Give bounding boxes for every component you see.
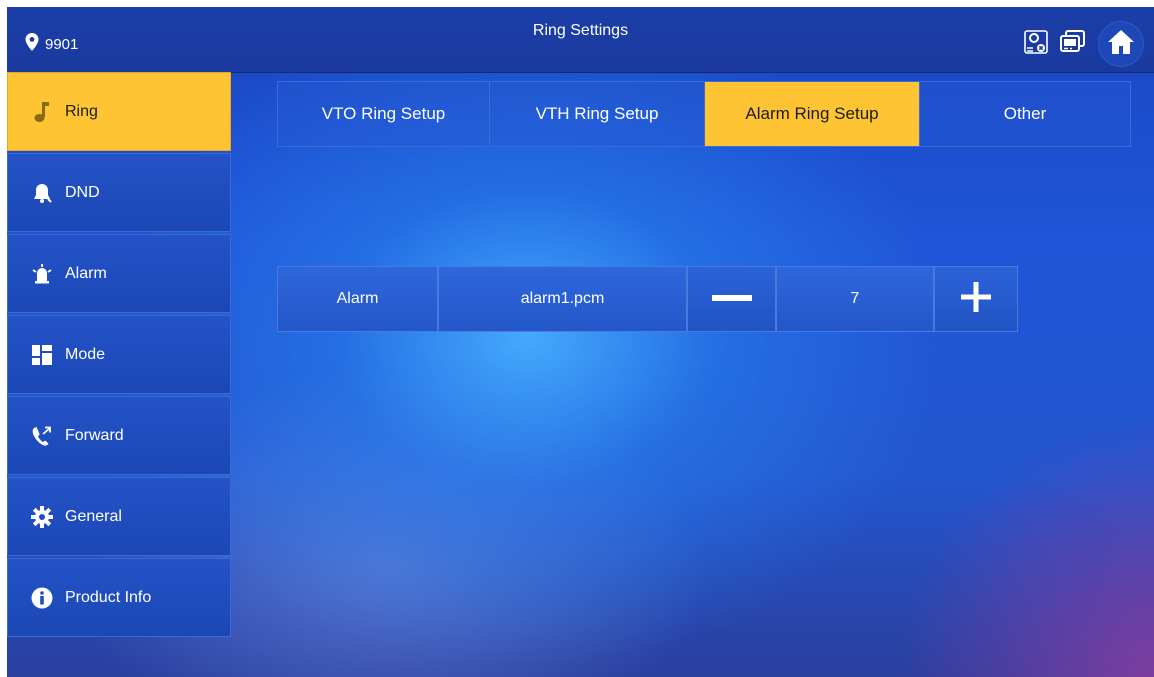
sidebar-item-label: General [65,507,122,525]
minus-icon [711,290,752,308]
gear-icon [31,505,53,528]
mode-grid-icon [31,344,53,366]
alarm-label: Alarm [277,266,438,332]
tab-alarm-ring-setup[interactable]: Alarm Ring Setup [705,82,920,146]
home-icon [1107,29,1135,60]
contact-offline-icon[interactable] [1024,29,1048,59]
sidebar-item-general[interactable]: General [7,477,231,556]
volume-increase-button[interactable] [934,266,1018,332]
sidebar-item-product-info[interactable]: Product Info [7,558,231,637]
bell-icon [31,182,53,204]
tab-vto-ring-setup[interactable]: VTO Ring Setup [278,82,490,146]
page-title: Ring Settings [532,22,629,39]
volume-decrease-button[interactable] [687,266,776,332]
sidebar-item-alarm[interactable]: Alarm [7,234,231,313]
alarm-ring-row: Alarm alarm1.pcm 7 [277,266,1018,332]
device-icon[interactable] [1060,29,1086,59]
sidebar-item-label: Mode [65,345,106,363]
tab-other[interactable]: Other [920,82,1130,146]
sidebar-item-dnd[interactable]: DND [7,153,231,232]
info-icon [31,587,53,609]
sidebar-item-label: Forward [65,426,124,444]
alarm-siren-icon [31,263,53,285]
sidebar-item-label: Alarm [65,264,107,282]
sidebar-item-ring[interactable]: Ring [7,72,231,151]
tab-vth-ring-setup[interactable]: VTH Ring Setup [490,82,705,146]
screen: 9901 Ring Settings Ring DND Alarm Mode F… [7,7,1154,677]
tab-bar: VTO Ring Setup VTH Ring Setup Alarm Ring… [277,81,1131,147]
sidebar-item-label: Ring [65,102,98,120]
sidebar-item-forward[interactable]: Forward [7,396,231,475]
music-note-icon [31,101,53,123]
top-bar: 9901 Ring Settings [7,7,1154,73]
home-button[interactable] [1098,21,1144,67]
ringtone-select[interactable]: alarm1.pcm [438,266,687,332]
volume-value: 7 [776,266,934,332]
sidebar-item-mode[interactable]: Mode [7,315,231,394]
plus-icon [961,281,991,317]
sidebar-item-label: DND [65,183,100,201]
call-forward-icon [31,425,53,447]
sidebar: Ring DND Alarm Mode Forward General Prod… [7,72,231,639]
sidebar-item-label: Product Info [65,588,152,606]
